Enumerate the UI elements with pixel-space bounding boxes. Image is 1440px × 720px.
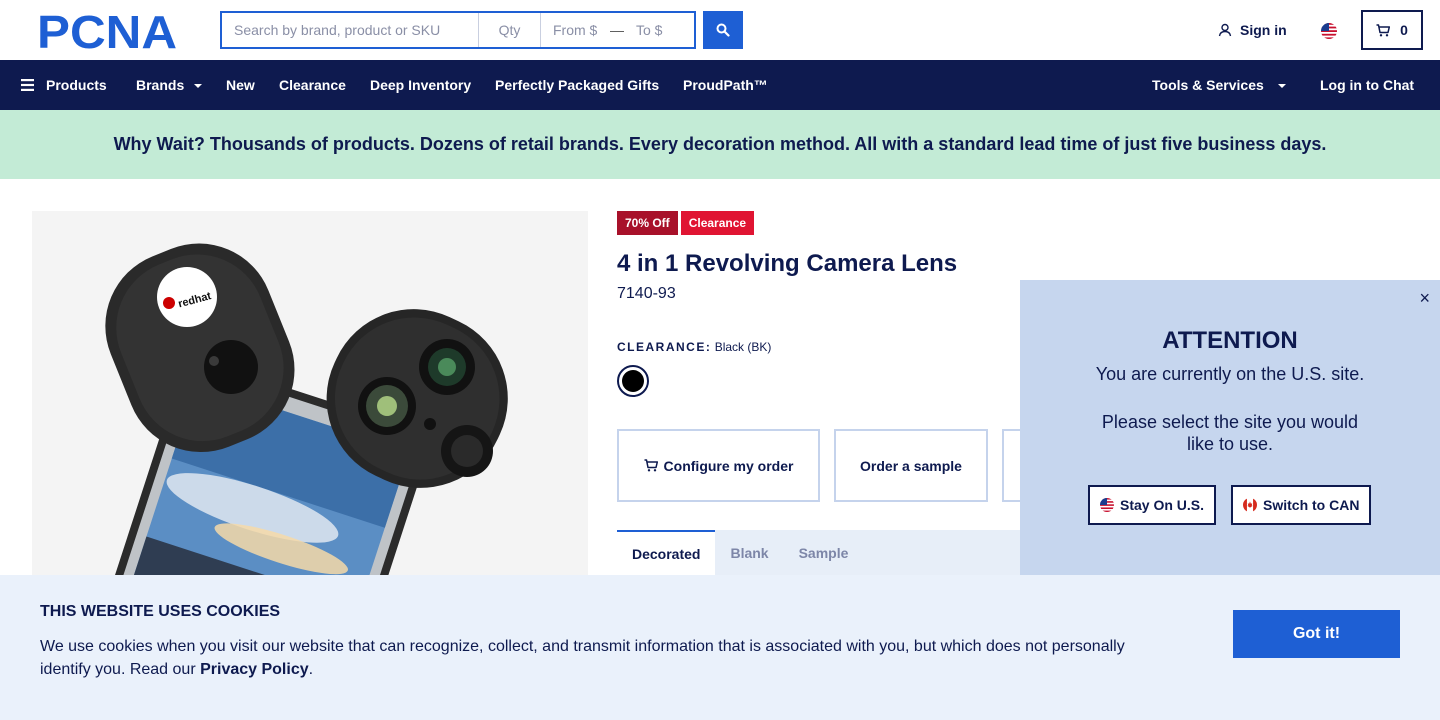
- pcna-logo[interactable]: PCNA: [37, 12, 185, 50]
- accept-cookies-button[interactable]: Got it!: [1233, 610, 1400, 658]
- search-input[interactable]: [222, 13, 478, 47]
- search-icon: [716, 23, 730, 37]
- nav-chat-login[interactable]: Log in to Chat: [1320, 60, 1414, 110]
- search-button[interactable]: [703, 11, 743, 49]
- color-label-value: Black (BK): [714, 340, 772, 354]
- configure-order-button[interactable]: Configure my order: [617, 429, 820, 502]
- product-title: 4 in 1 Revolving Camera Lens: [617, 250, 958, 277]
- chevron-down-icon: [1277, 84, 1286, 88]
- sign-in-link[interactable]: Sign in: [1218, 22, 1287, 38]
- promo-banner: Why Wait? Thousands of products. Dozens …: [0, 110, 1440, 179]
- search-bar: —: [220, 11, 696, 49]
- nav-clearance[interactable]: Clearance: [279, 60, 346, 110]
- color-swatch-black[interactable]: [617, 365, 649, 397]
- swatch-fill: [622, 370, 644, 392]
- hamburger-icon: [21, 79, 34, 91]
- camera-lens-illustration: redhat: [101, 243, 508, 575]
- tab-decorated[interactable]: Decorated: [617, 530, 716, 575]
- price-from-input[interactable]: [540, 13, 610, 47]
- tab-blank[interactable]: Blank: [715, 530, 783, 575]
- price-to-input[interactable]: [624, 13, 694, 47]
- product-sku: 7140-93: [617, 285, 676, 302]
- nav-brands-label: Brands: [136, 77, 185, 93]
- product-image[interactable]: redhat: [32, 211, 588, 575]
- price-range-dash: —: [610, 22, 624, 38]
- tab-sample[interactable]: Sample: [784, 530, 864, 575]
- cookie-title: THIS WEBSITE USES COOKIES: [40, 603, 281, 620]
- canada-flag-icon: [1243, 498, 1257, 512]
- color-label-key: CLEARANCE:: [617, 340, 712, 354]
- nav-tools-services[interactable]: Tools & Services: [1152, 60, 1286, 110]
- logo-text: PCNA: [37, 12, 177, 50]
- cookie-text: We use cookies when you visit our websit…: [40, 635, 1150, 681]
- stay-us-label: Stay On U.S.: [1120, 497, 1205, 513]
- qty-input[interactable]: [478, 13, 540, 47]
- switch-can-label: Switch to CAN: [1263, 497, 1360, 513]
- cookie-end: .: [308, 661, 314, 678]
- us-flag-icon[interactable]: [1321, 23, 1337, 39]
- nav-new[interactable]: New: [226, 60, 255, 110]
- modal-prompt: Please select the site you would like to…: [1101, 412, 1359, 454]
- color-label: CLEARANCE: Black (BK): [617, 340, 771, 354]
- nav-deep-inventory[interactable]: Deep Inventory: [370, 60, 471, 110]
- modal-title: ATTENTION: [1162, 327, 1298, 354]
- cookie-banner: THIS WEBSITE USES COOKIES We use cookies…: [0, 575, 1440, 720]
- clearance-badge: Clearance: [680, 211, 755, 235]
- modal-message: You are currently on the U.S. site.: [1095, 364, 1365, 384]
- main-nav: Products Brands New Clearance Deep Inven…: [0, 60, 1440, 110]
- privacy-policy-link[interactable]: Privacy Policy: [200, 661, 309, 678]
- chevron-down-icon: [194, 84, 203, 88]
- nav-brands[interactable]: Brands: [136, 60, 203, 110]
- cart-icon: [1376, 23, 1391, 36]
- switch-can-button[interactable]: Switch to CAN: [1231, 485, 1372, 525]
- sign-in-label: Sign in: [1240, 22, 1287, 38]
- product-tabs: Decorated Blank Sample: [617, 530, 1020, 575]
- top-header: PCNA — Sign in: [0, 0, 1440, 60]
- cart-icon: [644, 459, 658, 472]
- promo-text: Why Wait? Thousands of products. Dozens …: [113, 134, 1327, 154]
- nav-packaged-gifts[interactable]: Perfectly Packaged Gifts: [495, 60, 659, 110]
- product-badges: 70% Off Clearance: [617, 211, 755, 235]
- nav-proudpath[interactable]: ProudPath™: [683, 60, 768, 110]
- configure-order-label: Configure my order: [663, 457, 794, 474]
- nav-products[interactable]: Products: [21, 60, 107, 110]
- cart-count: 0: [1400, 22, 1408, 38]
- stay-us-button[interactable]: Stay On U.S.: [1088, 485, 1217, 525]
- cart-button[interactable]: 0: [1361, 10, 1423, 50]
- order-sample-label: Order a sample: [860, 457, 962, 474]
- user-icon: [1218, 23, 1232, 37]
- discount-badge: 70% Off: [617, 211, 678, 235]
- us-flag-icon: [1100, 498, 1114, 512]
- order-sample-button[interactable]: Order a sample: [834, 429, 988, 502]
- region-select-modal: × ATTENTION You are currently on the U.S…: [1020, 280, 1440, 575]
- nav-products-label: Products: [46, 77, 107, 93]
- nav-tools-label: Tools & Services: [1152, 77, 1264, 93]
- close-icon[interactable]: ×: [1419, 288, 1430, 309]
